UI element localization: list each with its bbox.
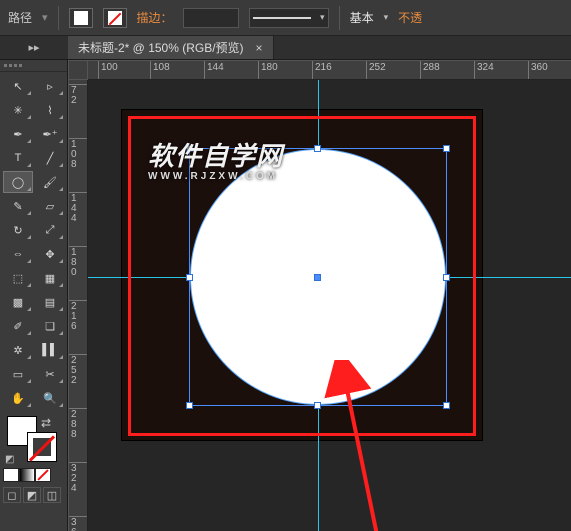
ruler-tick: 3 6 0: [69, 516, 88, 531]
stroke-label: 描边：: [137, 9, 173, 26]
panel-toggle-icon[interactable]: ▸▸: [27, 41, 41, 55]
selection-tool[interactable]: ↖: [3, 75, 33, 97]
ruler-tick: 324: [474, 61, 494, 80]
add-anchor-tool[interactable]: ✒⁺: [35, 123, 65, 145]
bbox-handle[interactable]: [314, 145, 321, 152]
color-mode-solid[interactable]: [3, 468, 19, 482]
gradient-tool[interactable]: ▤: [35, 291, 65, 313]
ruler-tick: 100: [98, 61, 118, 80]
line-tool[interactable]: ╱: [35, 147, 65, 169]
ruler-horizontal[interactable]: 100 108 144 180 216 252 288 324 360: [68, 60, 571, 80]
ruler-tick: 2 1 6: [69, 300, 88, 332]
ruler-origin[interactable]: [68, 60, 88, 80]
slice-tool[interactable]: ✂: [35, 363, 65, 385]
eyedropper-tool[interactable]: ✐: [3, 315, 33, 337]
property-bar: 路径 ▾ 描边： ▾ 基本 ▾ 不透: [0, 0, 571, 36]
paintbrush-tool[interactable]: 🖌: [35, 171, 65, 193]
draw-inside[interactable]: ◫: [43, 487, 61, 503]
perspective-grid-tool[interactable]: ▦: [35, 267, 65, 289]
swap-fill-stroke-icon[interactable]: ⇄: [41, 416, 51, 430]
ruler-vertical[interactable]: 7 2 1 0 8 1 4 4 1 8 0 2 1 6 2 5 2 2 8 8 …: [68, 80, 88, 531]
magic-wand-tool[interactable]: ✳: [3, 99, 33, 121]
bbox-handle[interactable]: [443, 145, 450, 152]
bbox-center-handle[interactable]: [314, 274, 321, 281]
eraser-tool[interactable]: ▱: [35, 195, 65, 217]
ruler-tick: 1 8 0: [69, 246, 88, 278]
default-fill-stroke-icon[interactable]: ◩: [5, 454, 14, 465]
color-mode-gradient[interactable]: [19, 468, 35, 482]
fill-swatch[interactable]: [69, 8, 93, 28]
bbox-handle[interactable]: [314, 402, 321, 409]
ruler-tick: 252: [366, 61, 386, 80]
canvas[interactable]: 软件自学网 WWW.RJZXW.COM: [88, 80, 571, 531]
document-tab[interactable]: 未标题-2* @ 150% (RGB/预览) ×: [68, 36, 274, 59]
ruler-tick: 2 5 2: [69, 354, 88, 386]
mesh-tool[interactable]: ▩: [3, 291, 33, 313]
bbox-handle[interactable]: [186, 145, 193, 152]
ruler-tick: 1 0 8: [69, 138, 88, 170]
bbox-handle[interactable]: [443, 402, 450, 409]
ruler-tick: 1 4 4: [69, 192, 88, 224]
rotate-tool[interactable]: ↻: [3, 219, 33, 241]
shape-builder-tool[interactable]: ⬚: [3, 267, 33, 289]
ruler-tick: 3 2 4: [69, 462, 88, 494]
width-tool[interactable]: ⇔: [3, 243, 33, 265]
lasso-tool[interactable]: ⌇: [35, 99, 65, 121]
artboard-tool[interactable]: ▭: [3, 363, 33, 385]
ruler-tick: 2 8 8: [69, 408, 88, 440]
stroke-weight-field[interactable]: [183, 8, 239, 28]
free-transform-tool[interactable]: ✥: [35, 243, 65, 265]
opacity-label[interactable]: 不透: [398, 9, 422, 26]
ruler-tick: 144: [204, 61, 224, 80]
ruler-tick: 7 2: [69, 84, 88, 106]
ruler-tick: 216: [312, 61, 332, 80]
blend-tool[interactable]: ❏: [35, 315, 65, 337]
ruler-tick: 180: [258, 61, 278, 80]
direct-selection-tool[interactable]: ▹: [35, 75, 65, 97]
path-label: 路径: [8, 9, 32, 26]
scale-tool[interactable]: ⤢: [35, 219, 65, 241]
color-mode-none[interactable]: [35, 468, 51, 482]
pencil-tool[interactable]: ✎: [3, 195, 33, 217]
type-tool[interactable]: T: [3, 147, 33, 169]
stroke-style-dropdown[interactable]: ▾: [249, 8, 329, 28]
toolbox-grip[interactable]: [0, 60, 67, 72]
stroke-color[interactable]: [27, 432, 57, 462]
bbox-handle[interactable]: [186, 274, 193, 281]
bbox-handle[interactable]: [443, 274, 450, 281]
column-graph-tool[interactable]: ▌▌: [35, 339, 65, 361]
toolbox: ↖▹✳⌇✒✒⁺T╱◯🖌✎▱↻⤢⇔✥⬚▦▩▤✐❏✲▌▌▭✂✋🔍 ⇄ ◩ ◻ ◩ ◫: [0, 60, 68, 531]
draw-modes: ◻ ◩ ◫: [0, 485, 67, 505]
tab-bar: ▸▸ 未标题-2* @ 150% (RGB/预览) ×: [0, 36, 571, 60]
draw-normal[interactable]: ◻: [3, 487, 21, 503]
fill-stroke-control[interactable]: ⇄ ◩: [3, 414, 64, 466]
ruler-tick: 108: [150, 61, 170, 80]
zoom-tool[interactable]: 🔍: [35, 387, 65, 409]
draw-behind[interactable]: ◩: [23, 487, 41, 503]
close-tab-icon[interactable]: ×: [256, 41, 263, 55]
color-mode-row: [0, 468, 67, 485]
stroke-swatch[interactable]: [103, 8, 127, 28]
hand-tool[interactable]: ✋: [3, 387, 33, 409]
ellipse-tool[interactable]: ◯: [3, 171, 33, 193]
brush-style-label[interactable]: 基本: [350, 9, 374, 26]
document-title: 未标题-2* @ 150% (RGB/预览): [78, 39, 244, 56]
ruler-tick: 360: [528, 61, 548, 80]
symbol-sprayer-tool[interactable]: ✲: [3, 339, 33, 361]
ruler-tick: 288: [420, 61, 440, 80]
bbox-handle[interactable]: [186, 402, 193, 409]
pen-tool[interactable]: ✒: [3, 123, 33, 145]
